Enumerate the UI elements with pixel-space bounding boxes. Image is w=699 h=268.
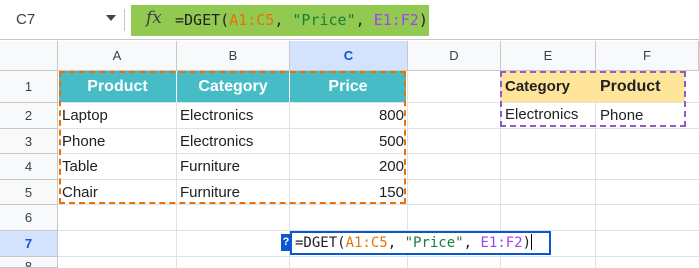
table-cell-price[interactable]: 800 <box>290 103 404 129</box>
column-header-d[interactable]: D <box>408 41 501 71</box>
formula-string-price: "Price" <box>292 11 356 29</box>
row-header-6[interactable]: 6 <box>0 205 58 231</box>
table-header-category[interactable]: Category <box>177 71 290 102</box>
formula-range-e1f2: E1:F2 <box>480 235 523 251</box>
formula-range-a1c5: A1:C5 <box>345 235 388 251</box>
formula-bar-divider <box>124 9 125 31</box>
table-cell-price[interactable]: 500 <box>290 129 404 154</box>
table-cell-category[interactable]: Electronics <box>180 103 253 129</box>
formula-token: ) <box>522 235 532 251</box>
text-cursor <box>531 234 533 250</box>
formula-range-e1f2: E1:F2 <box>373 11 419 29</box>
row-header-8[interactable]: 8 <box>0 257 58 268</box>
table-header-product[interactable]: Product <box>59 71 177 102</box>
table-cell-product[interactable]: Chair <box>62 180 98 205</box>
row-header-4[interactable]: 4 <box>0 154 58 180</box>
formula-token: , <box>355 11 374 29</box>
row-header-3[interactable]: 3 <box>0 129 58 154</box>
criteria-value-category[interactable]: Electronics <box>505 103 578 129</box>
table-cell-product[interactable]: Table <box>62 154 98 180</box>
column-header-b[interactable]: B <box>177 41 290 71</box>
column-header-f[interactable]: F <box>596 41 699 71</box>
formula-token: , <box>463 235 481 251</box>
formula-token: =DGET( <box>295 235 346 251</box>
column-header-a[interactable]: A <box>58 41 177 71</box>
column-header-c[interactable]: C <box>290 41 408 71</box>
table-header-price[interactable]: Price <box>290 71 407 102</box>
criteria-value-product[interactable]: Phone <box>600 103 643 129</box>
formula-token: ) <box>418 11 428 29</box>
table-cell-price[interactable]: 200 <box>290 154 404 180</box>
cell-editor-c7[interactable]: =DGET(A1:C5, "Price", E1:F2) <box>290 231 551 255</box>
criteria-header-category[interactable]: Category <box>501 71 596 102</box>
formula-range-a1c5: A1:C5 <box>229 11 275 29</box>
formula-string-price: "Price" <box>404 235 464 251</box>
row-header-5[interactable]: 5 <box>0 180 58 205</box>
name-box[interactable]: C7 <box>0 0 110 40</box>
formula-token: , <box>274 11 293 29</box>
criteria-header-product[interactable]: Product <box>596 71 685 102</box>
row-header-7[interactable]: 7 <box>0 231 58 257</box>
formula-token: , <box>387 235 405 251</box>
formula-bar: C7 fx =DGET(A1:C5, "Price", E1:F2) <box>0 0 699 40</box>
name-box-dropdown-icon[interactable] <box>106 15 116 21</box>
row-header-2[interactable]: 2 <box>0 103 58 129</box>
fx-icon: fx <box>146 8 162 28</box>
select-all-corner[interactable] <box>0 41 58 71</box>
table-cell-category[interactable]: Furniture <box>180 180 240 205</box>
formula-input[interactable]: =DGET(A1:C5, "Price", E1:F2) <box>175 11 428 29</box>
table-cell-price[interactable]: 150 <box>290 180 404 205</box>
table-cell-product[interactable]: Laptop <box>62 103 108 129</box>
column-header-e[interactable]: E <box>501 41 596 71</box>
table-cell-category[interactable]: Electronics <box>180 129 253 154</box>
row-header-1[interactable]: 1 <box>0 71 58 103</box>
table-cell-category[interactable]: Furniture <box>180 154 240 180</box>
formula-token: =DGET( <box>175 11 230 29</box>
table-cell-product[interactable]: Phone <box>62 129 105 154</box>
